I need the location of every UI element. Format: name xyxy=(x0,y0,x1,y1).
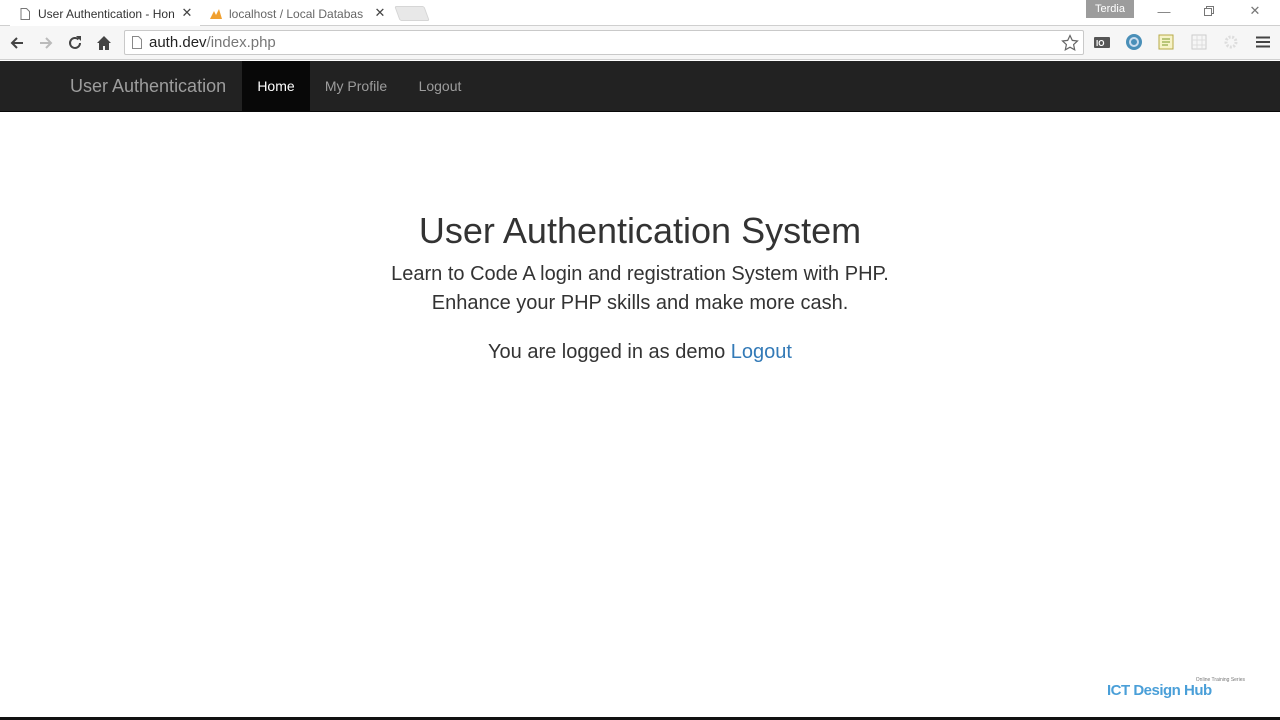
tab-title: localhost / Local Databas xyxy=(229,7,364,21)
restore-icon[interactable] xyxy=(1189,0,1229,22)
forward-icon[interactable] xyxy=(34,31,58,55)
logout-link[interactable]: Logout xyxy=(731,341,792,363)
browser-tab-active[interactable]: User Authentication - Hon ✕ xyxy=(10,2,200,26)
login-status-text: You are logged in as demo xyxy=(488,341,726,363)
back-icon[interactable] xyxy=(5,31,29,55)
new-tab-button[interactable] xyxy=(394,6,430,21)
close-tab-icon[interactable]: ✕ xyxy=(373,6,387,20)
camera-extension-icon[interactable]: IO xyxy=(1092,32,1112,52)
reload-icon[interactable] xyxy=(63,31,87,55)
close-tab-icon[interactable]: ✕ xyxy=(180,6,194,20)
page-icon xyxy=(18,7,32,21)
browser-toolbar: auth.dev/index.php IO xyxy=(0,26,1280,60)
navbar-brand[interactable]: User Authentication xyxy=(70,61,226,111)
browser-tab[interactable]: localhost / Local Databas ✕ xyxy=(203,2,393,26)
notes-extension-icon[interactable] xyxy=(1156,32,1176,52)
ict-design-hub-logo: Online Training Series ICT Design Hub xyxy=(1107,677,1247,701)
nav-item-home[interactable]: Home xyxy=(242,61,310,111)
nav-item-my-profile[interactable]: My Profile xyxy=(310,61,402,111)
url-path: /index.php xyxy=(206,34,276,51)
subtitle-line-2: Enhance your PHP skills and make more ca… xyxy=(431,292,849,314)
nav-item-logout[interactable]: Logout xyxy=(402,61,478,111)
url-host: auth.dev xyxy=(149,34,207,51)
phpmyadmin-icon xyxy=(209,7,223,21)
home-icon[interactable] xyxy=(92,31,116,55)
page-title: User Authentication System xyxy=(418,210,862,251)
svg-text:IO: IO xyxy=(1096,39,1104,48)
login-status: You are logged in as demo Logout xyxy=(0,341,1280,364)
gear-extension-icon[interactable] xyxy=(1221,32,1241,52)
profile-badge[interactable]: Terdia xyxy=(1086,0,1134,18)
tab-title: User Authentication - Hon xyxy=(38,7,175,21)
subtitle-line-1: Learn to Code A login and registration S… xyxy=(391,263,889,285)
address-bar[interactable]: auth.dev/index.php xyxy=(124,30,1084,55)
site-navbar: User Authentication Home My Profile Logo… xyxy=(0,61,1280,112)
menu-icon[interactable] xyxy=(1253,32,1273,52)
sync-extension-icon[interactable] xyxy=(1124,32,1144,52)
grid-extension-icon[interactable] xyxy=(1189,32,1209,52)
logo-name: ICT Design Hub xyxy=(1107,682,1212,699)
close-window-icon[interactable]: ✕ xyxy=(1235,0,1275,22)
minimize-icon[interactable]: — xyxy=(1144,0,1184,22)
page-info-icon[interactable] xyxy=(132,36,142,49)
bookmark-star-icon[interactable] xyxy=(1061,34,1079,57)
browser-tab-strip: User Authentication - Hon ✕ localhost / … xyxy=(0,0,1280,26)
